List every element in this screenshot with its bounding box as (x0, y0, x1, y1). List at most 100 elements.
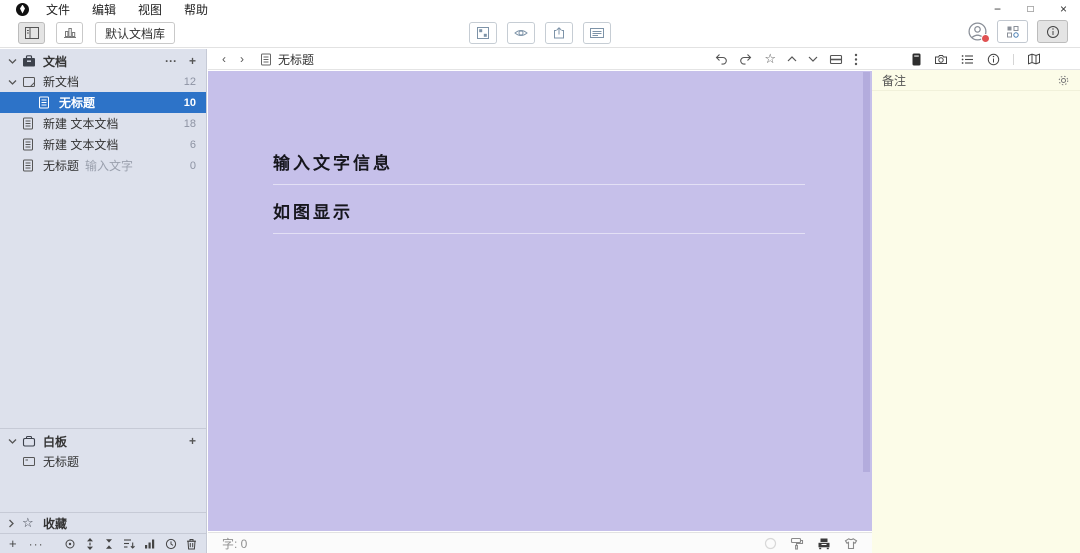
app-logo-icon (16, 2, 29, 16)
chevron-up-icon[interactable] (787, 56, 797, 62)
chevron-down-icon[interactable] (8, 438, 22, 444)
close-button[interactable]: × (1047, 0, 1080, 18)
whiteboard-icon (22, 435, 38, 447)
favorite-star-icon[interactable]: ☆ (764, 51, 776, 67)
whiteboard-item[interactable]: 无标题 (0, 451, 206, 472)
compact-mode-icon (476, 26, 490, 40)
map-tab-icon[interactable] (1027, 53, 1041, 65)
main-area: 文档 ··· + 新文档 12 无标题 10 新建 文本文档 18 新建 文本文… (0, 49, 1080, 553)
tree-item-selected[interactable]: 无标题 10 (0, 92, 206, 113)
notes-header: 备注 (872, 70, 1080, 91)
library-selector-button[interactable]: 默认文档库 (95, 22, 176, 44)
statistics-button[interactable] (56, 22, 83, 44)
camera-tab-icon[interactable] (934, 54, 948, 65)
paint-roller-icon[interactable] (790, 537, 804, 550)
notes-icon-bar (872, 49, 1080, 70)
menu-edit[interactable]: 编辑 (81, 0, 127, 18)
maximize-button[interactable]: □ (1014, 0, 1047, 18)
statistics-chart-icon[interactable] (144, 538, 156, 549)
history-back-button[interactable]: ‹ (222, 52, 240, 66)
documents-section: 文档 ··· + 新文档 12 无标题 10 新建 文本文档 18 新建 文本文… (0, 49, 206, 428)
documents-section-label: 文档 (43, 54, 68, 69)
locate-current-icon[interactable] (64, 538, 76, 550)
editor-scrollbar[interactable] (863, 72, 870, 472)
notes-settings-gear-icon[interactable] (1057, 74, 1070, 87)
export-icon (552, 26, 566, 40)
editor-line[interactable]: 输入文字信息 (273, 149, 805, 185)
trash-icon[interactable] (186, 538, 197, 550)
menu-view[interactable]: 视图 (127, 0, 173, 18)
split-view-icon[interactable] (829, 54, 843, 65)
typewriter-mode-button[interactable] (583, 22, 611, 44)
document-icon (260, 53, 272, 66)
sort-icon[interactable] (123, 538, 135, 549)
export-button[interactable] (545, 22, 573, 44)
info-icon (1046, 25, 1060, 39)
expand-all-icon[interactable] (85, 537, 95, 550)
more-options-icon[interactable]: ··· (165, 54, 177, 68)
history-forward-button[interactable]: › (240, 52, 258, 66)
compact-mode-button[interactable] (469, 22, 497, 44)
outline-list-tab-icon[interactable] (961, 54, 974, 65)
info-panel-button[interactable] (1037, 20, 1068, 43)
chevron-down-icon[interactable] (8, 79, 22, 85)
more-actions-button[interactable]: ··· (29, 538, 44, 550)
editor-pane: ‹ › 无标题 ☆ 输入文字信息 如图显示 字: 0 (208, 49, 872, 553)
favorites-section-header[interactable]: ☆ 收藏 (0, 513, 206, 533)
layout-grid-button[interactable] (997, 20, 1028, 43)
word-count-label: 字: 0 (222, 536, 248, 551)
whiteboard-item-label: 无标题 (43, 455, 80, 469)
add-whiteboard-icon[interactable]: + (189, 434, 196, 448)
add-document-icon[interactable]: + (189, 54, 196, 68)
document-icon (22, 117, 38, 130)
chevron-down-icon[interactable] (8, 58, 22, 64)
folder-doc-icon (22, 76, 38, 88)
add-item-button[interactable]: + (9, 537, 17, 550)
undo-icon[interactable] (714, 53, 728, 65)
stats-icon (62, 26, 78, 40)
minimize-button[interactable]: − (981, 0, 1014, 18)
account-button[interactable] (967, 21, 990, 43)
favorites-section-label: 收藏 (43, 516, 68, 531)
toggle-sidebar-button[interactable] (18, 22, 45, 44)
notes-editor-area[interactable] (872, 92, 1080, 553)
word-count-badge: 10 (183, 96, 196, 109)
typewriter-theme-icon[interactable] (817, 537, 831, 550)
tree-item-label: 新文档 (43, 75, 80, 89)
tree-item[interactable]: 无标题 输入文字 0 (0, 155, 206, 176)
tree-item[interactable]: 新建 文本文档 18 (0, 113, 206, 134)
sidebar-bottom-toolbar: + ··· (0, 533, 206, 553)
word-count-badge: 18 (183, 117, 196, 130)
collapse-all-icon[interactable] (104, 538, 114, 550)
menu-file[interactable]: 文件 (35, 0, 81, 18)
tree-item-label: 无标题 (43, 159, 80, 173)
tree-item-folder[interactable]: 新文档 12 (0, 71, 206, 92)
editor-canvas[interactable]: 输入文字信息 如图显示 (208, 71, 872, 531)
whiteboard-section: 白板 + 无标题 (0, 428, 206, 512)
history-clock-icon[interactable] (165, 538, 177, 550)
editor-tab-actions: ☆ (714, 51, 858, 67)
tree-item[interactable]: 新建 文本文档 6 (0, 134, 206, 155)
editor-line[interactable]: 如图显示 (273, 198, 805, 234)
chevron-down-icon[interactable] (808, 56, 818, 62)
document-icon (38, 96, 54, 109)
info-tab-icon[interactable] (987, 53, 1000, 66)
documents-section-header[interactable]: 文档 ··· + (0, 51, 206, 71)
tree-item-label: 无标题 (59, 96, 96, 110)
board-icon (22, 456, 38, 467)
focus-mode-button[interactable] (507, 22, 535, 44)
theme-shirt-icon[interactable] (844, 537, 858, 550)
window-controls: − □ × (981, 0, 1080, 18)
notes-title: 备注 (882, 73, 907, 88)
menu-help[interactable]: 帮助 (173, 0, 219, 18)
notebook-tab-icon[interactable] (912, 53, 921, 66)
grid-icon (1006, 25, 1020, 39)
chevron-right-icon[interactable] (8, 519, 22, 528)
document-icon (22, 138, 38, 151)
whiteboard-section-header[interactable]: 白板 + (0, 431, 206, 451)
kebab-menu-icon[interactable] (854, 53, 858, 66)
status-bar-icons (764, 537, 858, 550)
document-tab-title: 无标题 (278, 52, 315, 67)
sync-status-icon (764, 537, 777, 550)
redo-icon[interactable] (739, 53, 753, 65)
